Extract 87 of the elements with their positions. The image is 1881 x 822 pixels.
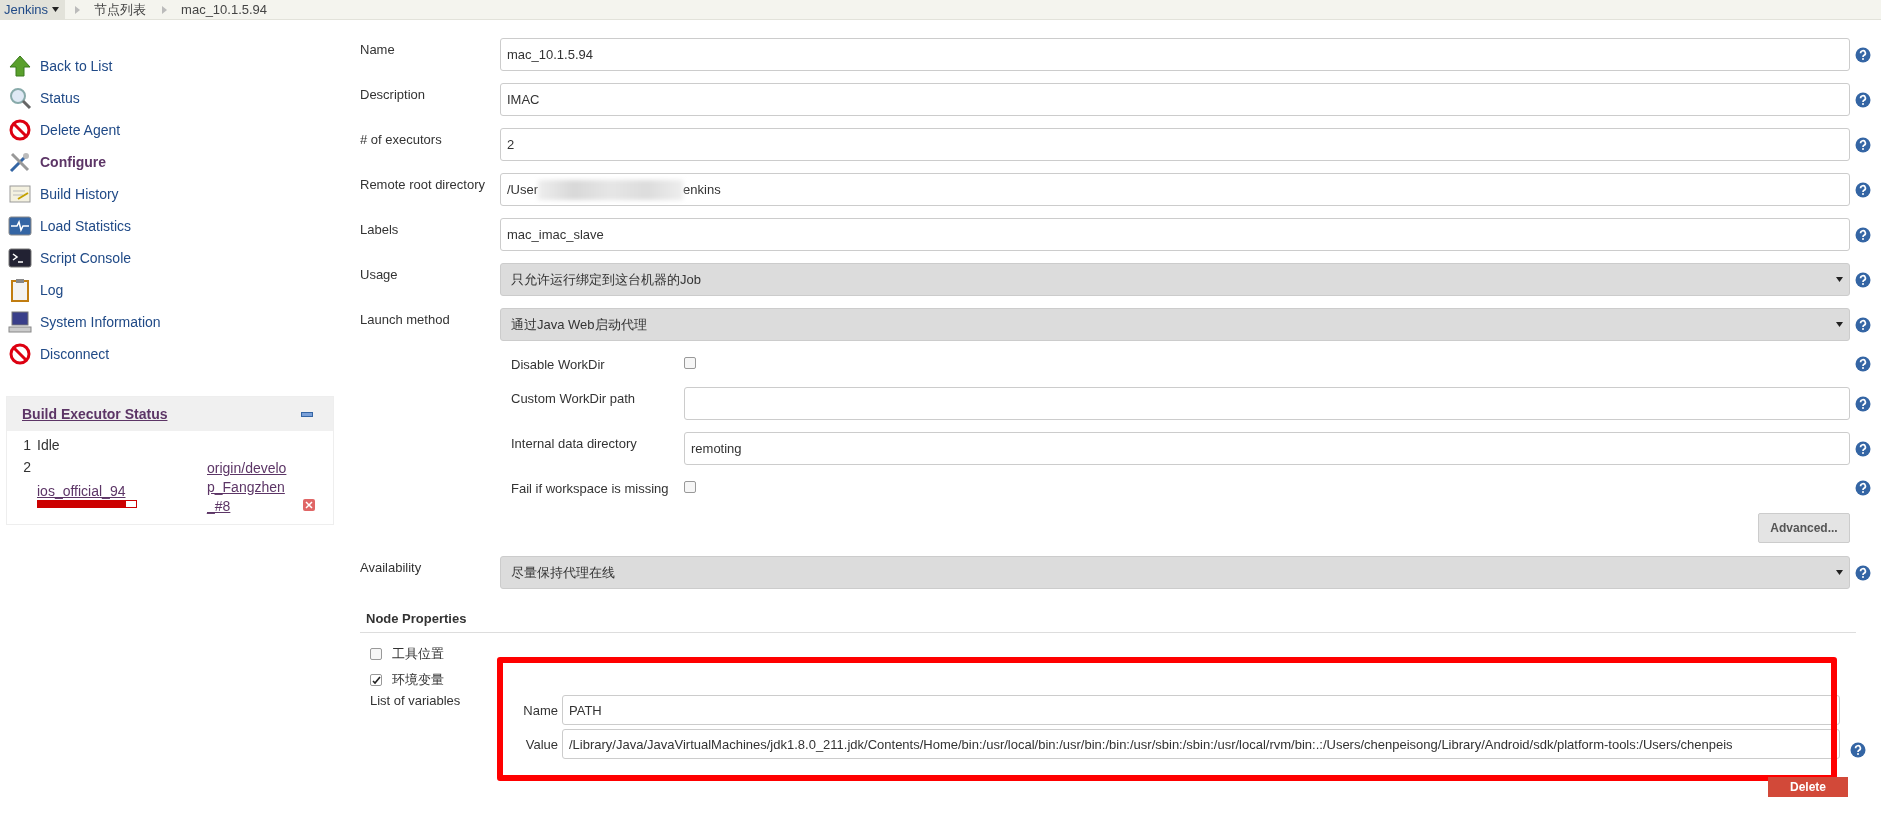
field-label: Fail if workspace is missing bbox=[511, 480, 670, 496]
field-label: Description bbox=[360, 86, 427, 102]
help-icon[interactable] bbox=[1850, 742, 1866, 758]
sidebar-link[interactable]: Load Statistics bbox=[6, 210, 334, 242]
text-field[interactable]: PATH bbox=[562, 695, 1840, 725]
field-label: Name bbox=[522, 702, 558, 718]
checkbox-label: 工具位置 bbox=[392, 645, 444, 663]
prohibited-icon bbox=[8, 342, 32, 366]
up-arrow-icon bbox=[8, 54, 32, 78]
sidebar-link[interactable]: Script Console bbox=[6, 242, 334, 274]
field-label: Launch method bbox=[360, 311, 451, 327]
checkbox[interactable] bbox=[370, 674, 382, 686]
dropdown-select[interactable]: 只允许运行绑定到这台机器的Job bbox=[500, 263, 1850, 296]
sidebar-link[interactable]: Log bbox=[6, 274, 334, 306]
dropdown-caret-icon bbox=[1836, 277, 1843, 282]
advanced-button[interactable]: Advanced... bbox=[1758, 512, 1850, 543]
help-icon[interactable] bbox=[1855, 395, 1871, 412]
sidebar-link[interactable]: Configure bbox=[6, 146, 334, 178]
field-label: Custom WorkDir path bbox=[511, 390, 636, 406]
sidebar-link[interactable]: Status bbox=[6, 82, 334, 114]
terminal-icon bbox=[8, 246, 32, 270]
text-field[interactable]: mac_10.1.5.94 bbox=[500, 38, 1850, 71]
executor-number: 2 bbox=[22, 459, 32, 475]
field-label: Name bbox=[360, 41, 396, 57]
field-label: # of executors bbox=[360, 131, 443, 147]
dropdown-caret-icon bbox=[1836, 570, 1843, 575]
help-icon[interactable] bbox=[1855, 271, 1871, 288]
field-label: Labels bbox=[360, 221, 400, 237]
breadcrumb-separator-icon bbox=[162, 5, 168, 14]
help-icon[interactable] bbox=[1855, 480, 1871, 496]
build-link[interactable]: origin/develop_Fangzhen_#8 bbox=[207, 459, 287, 516]
job-link[interactable]: ios_official_94 bbox=[37, 483, 126, 499]
help-icon[interactable] bbox=[1855, 136, 1871, 153]
breadcrumb-link[interactable]: mac_10.1.5.94 bbox=[167, 0, 274, 19]
field-label: Disable WorkDir bbox=[511, 356, 606, 372]
help-icon[interactable] bbox=[1855, 226, 1871, 243]
field-label: Value bbox=[524, 736, 558, 752]
executor-number: 1 bbox=[22, 437, 32, 453]
breadcrumb-menu[interactable]: Jenkins bbox=[0, 0, 66, 19]
tools-icon bbox=[8, 150, 32, 174]
help-icon[interactable] bbox=[1855, 46, 1871, 63]
text-field[interactable]: remoting bbox=[684, 432, 1850, 465]
section-heading: Node Properties bbox=[360, 611, 1856, 633]
help-icon[interactable] bbox=[1855, 356, 1871, 372]
field-value: /User bbox=[507, 182, 539, 197]
sidebar-link[interactable]: Back to List bbox=[6, 50, 334, 82]
help-icon[interactable] bbox=[1855, 91, 1871, 108]
stop-build-icon[interactable] bbox=[303, 499, 315, 511]
clipboard-icon bbox=[8, 278, 32, 302]
text-field[interactable]: mac_imac_slave bbox=[500, 218, 1850, 251]
dropdown-caret-icon bbox=[1836, 322, 1843, 327]
notepad-pencil-icon bbox=[8, 182, 32, 206]
checkbox[interactable] bbox=[684, 480, 696, 493]
breadcrumb-separator-icon bbox=[75, 5, 81, 14]
computer-icon bbox=[8, 310, 32, 334]
help-icon[interactable] bbox=[1855, 440, 1871, 457]
text-field[interactable]: /User enkins bbox=[500, 173, 1850, 206]
text-field[interactable]: IMAC bbox=[500, 83, 1850, 116]
monitor-pulse-icon bbox=[8, 214, 32, 238]
field-label: Availability bbox=[360, 559, 423, 575]
checkbox[interactable] bbox=[370, 648, 382, 660]
help-icon[interactable] bbox=[1855, 181, 1871, 198]
dropdown-select[interactable]: 尽量保持代理在线 bbox=[500, 556, 1850, 589]
sidebar-link[interactable]: Build History bbox=[6, 178, 334, 210]
checkbox[interactable] bbox=[684, 356, 696, 369]
field-label: Remote root directory bbox=[360, 176, 486, 192]
help-icon[interactable] bbox=[1855, 316, 1871, 333]
prohibited-icon bbox=[8, 118, 32, 142]
collapse-icon[interactable] bbox=[301, 411, 313, 417]
dropdown-select[interactable]: 通过Java Web启动代理 bbox=[500, 308, 1850, 341]
breadcrumb-link[interactable]: 节点列表 bbox=[80, 0, 153, 19]
magnifier-icon bbox=[8, 86, 32, 110]
field-label: List of variables bbox=[370, 693, 461, 708]
help-icon[interactable] bbox=[1855, 564, 1871, 581]
executor-status: Idle bbox=[37, 437, 61, 453]
text-field[interactable] bbox=[684, 387, 1850, 420]
sidebar-link[interactable]: Disconnect bbox=[6, 338, 334, 370]
sidebar-link[interactable]: Delete Agent bbox=[6, 114, 334, 146]
field-label: Internal data directory bbox=[511, 435, 638, 451]
text-field[interactable]: 2 bbox=[500, 128, 1850, 161]
field-value: enkins bbox=[683, 182, 721, 197]
field-label: Usage bbox=[360, 266, 399, 282]
text-field[interactable]: /Library/Java/JavaVirtualMachines/jdk1.8.0_211.jdk/Contents/Home/bin:/usr/local/bin:/usr/bin:/bin:/usr/sbin:/sbin:/usr/local/rvm/bin:.:/Users/chenpeisong/Library/Android/sdk/platform-tools:/Users/chenpeis bbox=[562, 729, 1840, 759]
checkbox-label: 环境变量 bbox=[392, 671, 444, 689]
delete-button[interactable]: Delete bbox=[1768, 777, 1848, 797]
sidebar-link[interactable]: System Information bbox=[6, 306, 334, 338]
dropdown-caret-icon bbox=[52, 7, 60, 12]
